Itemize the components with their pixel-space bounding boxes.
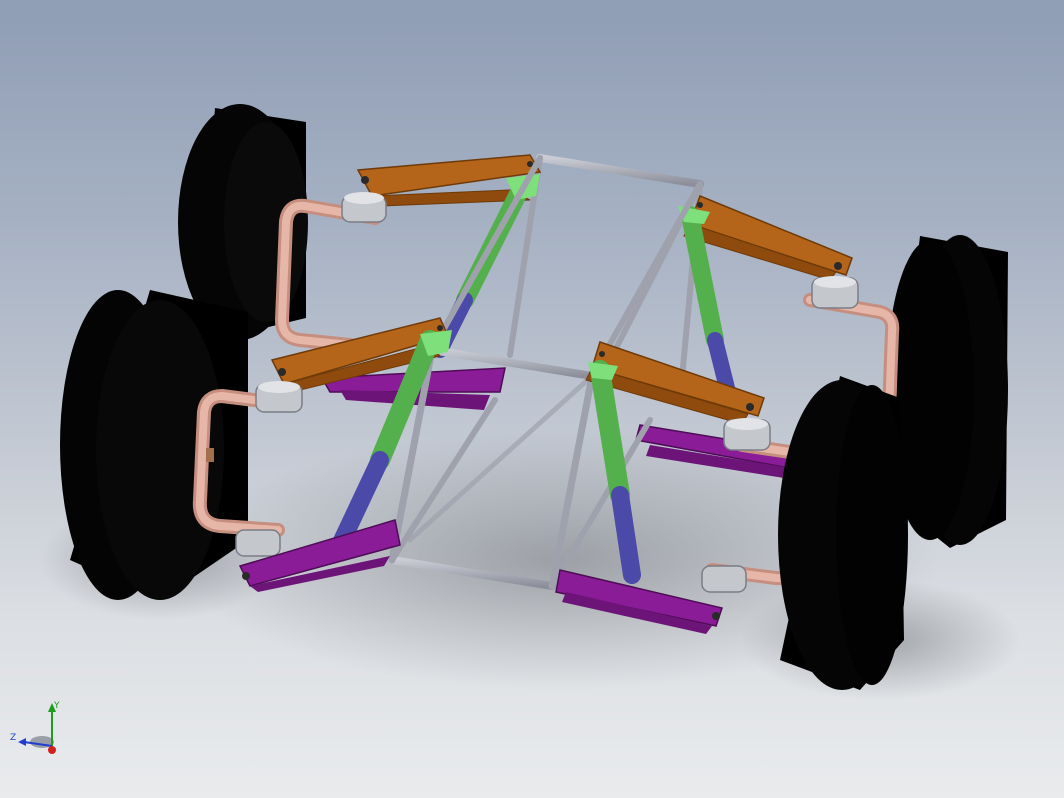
ball-joint-right-rear[interactable] xyxy=(811,276,859,309)
tire-left-front[interactable] xyxy=(60,290,248,600)
y-axis-label: Y xyxy=(53,701,60,711)
tire-right-front[interactable] xyxy=(778,376,908,690)
axis-triad-icon: Y Z xyxy=(10,701,60,754)
suspension-model[interactable] xyxy=(0,0,1064,798)
cad-viewport[interactable]: Y Z xyxy=(0,0,1064,798)
ball-joint-left-rear[interactable] xyxy=(341,192,387,223)
z-axis-label: Z xyxy=(10,733,16,743)
